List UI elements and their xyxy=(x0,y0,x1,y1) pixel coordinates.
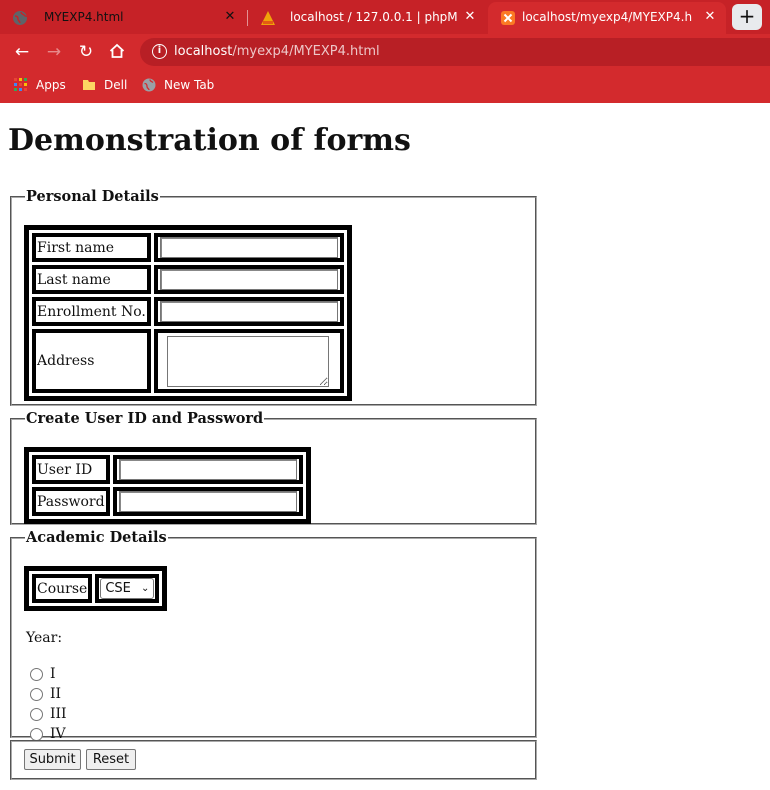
course-select[interactable]: CSE ⌄ xyxy=(100,578,155,599)
personal-details-legend: Personal Details xyxy=(26,188,159,205)
last-name-cell xyxy=(153,265,344,294)
home-icon[interactable] xyxy=(107,42,127,62)
academic-details-legend: Academic Details xyxy=(26,529,167,546)
address-cell xyxy=(153,329,344,393)
buttons-fieldset: Submit Reset xyxy=(10,740,537,780)
tab-myexp4[interactable]: MYEXP4.html ✕ xyxy=(0,2,246,34)
user-id-label: User ID xyxy=(32,455,110,484)
account-fieldset: Create User ID and Password User ID Pass… xyxy=(10,410,537,525)
password-input[interactable] xyxy=(118,491,297,512)
bookmark-label: Apps xyxy=(36,78,66,92)
tab-title: localhost / 127.0.0.1 | phpMyAdmin xyxy=(290,10,458,24)
radio-button[interactable] xyxy=(30,707,43,721)
table-row: First name xyxy=(32,233,344,262)
bookmarks-bar: Apps Dell New Tab xyxy=(0,70,770,100)
enrollment-label: Enrollment No. xyxy=(32,297,151,326)
password-label: Password xyxy=(32,487,110,516)
bookmark-label: Dell xyxy=(104,78,128,92)
table-row: User ID xyxy=(32,455,303,484)
academic-details-fieldset: Academic Details Course CSE ⌄ Year: I II… xyxy=(10,529,537,742)
page-content: Demonstration of forms Personal Details … xyxy=(0,103,770,790)
first-name-cell xyxy=(153,233,344,262)
submit-button[interactable]: Submit xyxy=(24,749,81,770)
user-id-cell xyxy=(112,455,303,484)
password-cell xyxy=(112,487,303,516)
enrollment-cell xyxy=(153,297,344,326)
year-option[interactable]: II xyxy=(30,684,61,704)
bookmark-new-tab[interactable]: New Tab xyxy=(142,76,214,94)
browser-chrome: MYEXP4.html ✕ localhost / 127.0.0.1 | ph… xyxy=(0,0,770,103)
course-label: Course xyxy=(32,574,93,603)
personal-details-fieldset: Personal Details First name Last name En… xyxy=(10,188,537,406)
radio-button[interactable] xyxy=(30,667,43,681)
last-name-label: Last name xyxy=(32,265,151,294)
first-name-label: First name xyxy=(32,233,151,262)
url-path: /myexp4/MYEXP4.html xyxy=(232,44,380,59)
tab-phpmyadmin[interactable]: localhost / 127.0.0.1 | phpMyAdmin ✕ xyxy=(248,2,486,34)
forward-icon: → xyxy=(46,42,62,62)
table-row: Last name xyxy=(32,265,344,294)
page-title: Demonstration of forms xyxy=(8,123,411,158)
chevron-down-icon: ⌄ xyxy=(140,583,150,594)
year-option[interactable]: III xyxy=(30,704,67,724)
address-textarea[interactable] xyxy=(166,335,329,387)
table-row: Enrollment No. xyxy=(32,297,344,326)
tab-title: MYEXP4.html xyxy=(44,10,124,24)
tab-myexp4-active[interactable]: localhost/myexp4/MYEXP4.html ✕ xyxy=(488,2,726,34)
tab-strip: MYEXP4.html ✕ localhost / 127.0.0.1 | ph… xyxy=(0,0,770,34)
course-cell: CSE ⌄ xyxy=(95,574,160,603)
bookmark-label: New Tab xyxy=(164,78,215,92)
reload-icon[interactable]: ↻ xyxy=(76,42,96,62)
xampp-icon xyxy=(501,11,515,25)
bookmark-dell[interactable]: Dell xyxy=(82,76,127,94)
browser-toolbar: ← → ↻ i localhost/myexp4/MYEXP4.html xyxy=(0,34,770,70)
close-tab-icon[interactable]: ✕ xyxy=(462,9,478,25)
table-row: Course CSE ⌄ xyxy=(32,574,160,603)
bookmark-apps[interactable]: Apps xyxy=(14,76,66,94)
year-option[interactable]: I xyxy=(30,664,56,684)
user-id-input[interactable] xyxy=(118,459,297,480)
first-name-input[interactable] xyxy=(159,237,338,258)
address-label: Address xyxy=(32,329,151,393)
year-label: Year: xyxy=(26,630,63,646)
close-tab-icon[interactable]: ✕ xyxy=(222,9,238,25)
account-table: User ID Password xyxy=(24,447,311,524)
table-row: Password xyxy=(32,487,303,516)
globe-icon xyxy=(13,11,28,25)
url-host: localhost xyxy=(174,44,233,59)
table-row: Address xyxy=(32,329,344,393)
personal-details-table: First name Last name Enrollment No. Addr… xyxy=(24,225,352,401)
account-legend: Create User ID and Password xyxy=(26,410,264,427)
year-option-label: II xyxy=(50,686,62,702)
radio-button[interactable] xyxy=(30,687,43,701)
phpmyadmin-icon xyxy=(261,11,275,25)
reset-button[interactable]: Reset xyxy=(86,749,136,770)
close-tab-icon[interactable]: ✕ xyxy=(702,9,718,25)
address-bar[interactable]: i localhost/myexp4/MYEXP4.html xyxy=(140,38,770,66)
last-name-input[interactable] xyxy=(159,269,338,290)
globe-icon xyxy=(142,78,156,92)
year-option-label: III xyxy=(50,706,67,722)
tab-title: localhost/myexp4/MYEXP4.html xyxy=(522,10,692,24)
url-text[interactable]: localhost/myexp4/MYEXP4.html xyxy=(174,44,380,59)
year-option-label: I xyxy=(50,666,56,682)
site-info-icon[interactable]: i xyxy=(152,44,167,59)
enrollment-input[interactable] xyxy=(159,301,338,322)
course-selected-value: CSE xyxy=(105,581,131,596)
academic-table: Course CSE ⌄ xyxy=(24,566,168,611)
apps-grid-icon xyxy=(14,78,27,91)
radio-button[interactable] xyxy=(30,727,43,741)
back-icon[interactable]: ← xyxy=(12,42,32,62)
folder-icon xyxy=(83,80,95,90)
new-tab-button[interactable]: + xyxy=(732,4,762,30)
